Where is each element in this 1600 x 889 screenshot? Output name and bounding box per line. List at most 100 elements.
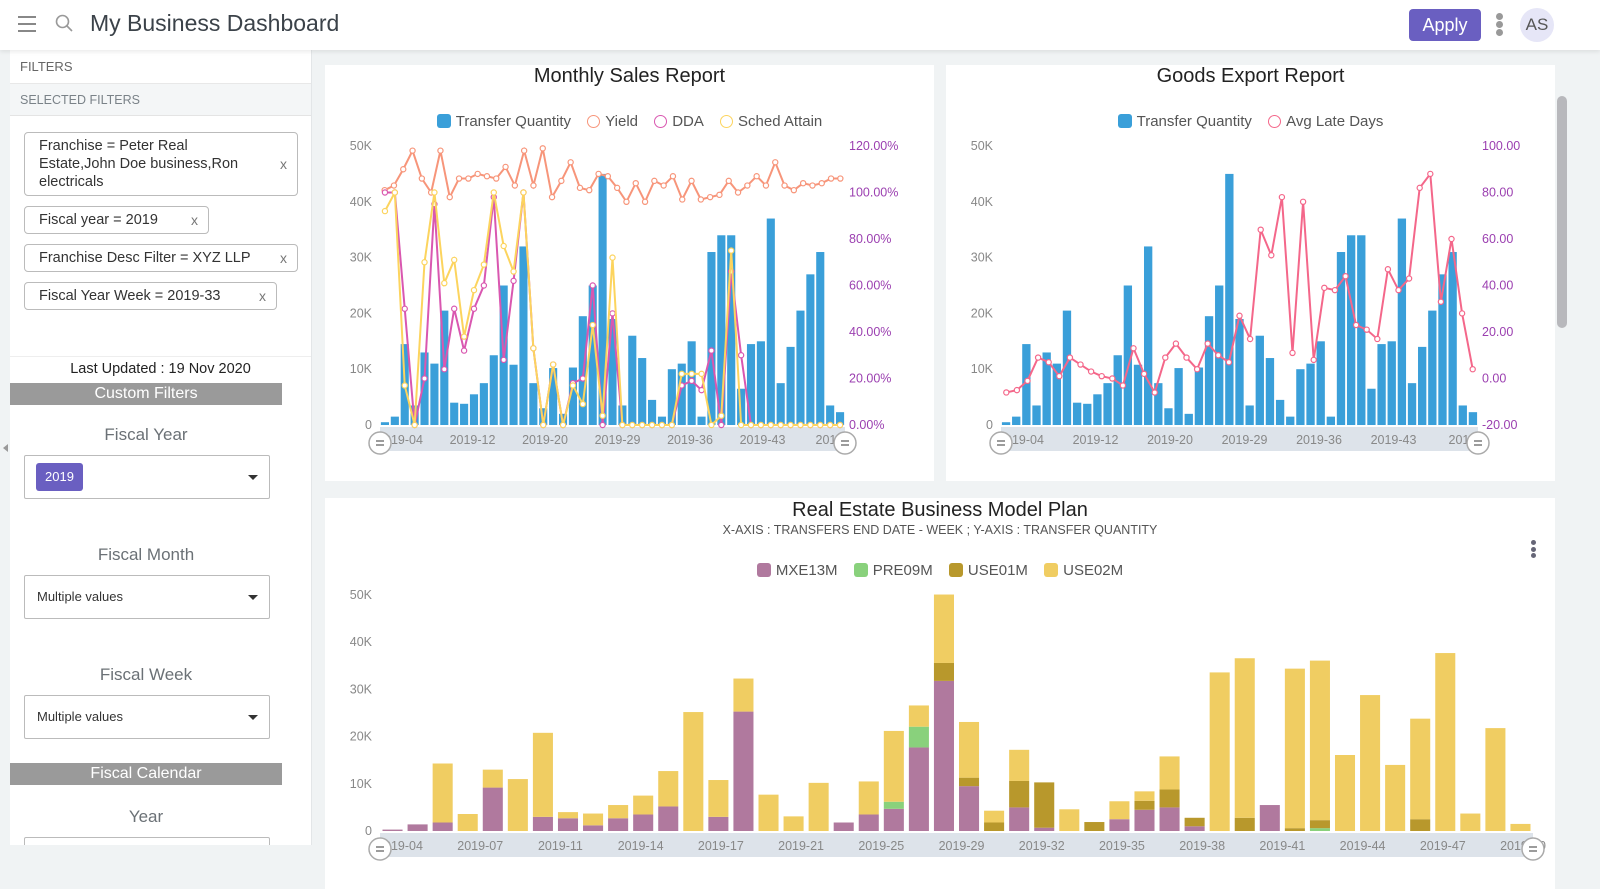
x-tick-label: 2019-25 bbox=[858, 839, 904, 853]
remove-chip-icon[interactable]: x bbox=[259, 287, 266, 305]
remove-chip-icon[interactable]: x bbox=[191, 211, 198, 229]
bar-segment bbox=[933, 594, 954, 663]
line-point bbox=[586, 186, 593, 194]
line-point bbox=[1278, 193, 1286, 201]
bar bbox=[1204, 316, 1214, 425]
bar bbox=[1245, 405, 1254, 425]
line-point bbox=[708, 347, 715, 354]
x-tick-label: 2019-43 bbox=[740, 433, 786, 447]
remove-chip-icon[interactable]: x bbox=[280, 249, 287, 267]
fiscal-week-select[interactable]: Multiple values bbox=[24, 695, 270, 739]
bar-segment bbox=[633, 795, 654, 815]
bar-segment bbox=[557, 818, 579, 831]
bar bbox=[1194, 367, 1204, 425]
bar-segment bbox=[1084, 822, 1105, 831]
bar bbox=[460, 403, 469, 425]
bar bbox=[707, 252, 716, 425]
x-tick-label: 2019-11 bbox=[538, 839, 583, 853]
x-tick-label: 2019-36 bbox=[1296, 433, 1342, 447]
line-point bbox=[1024, 377, 1031, 385]
datazoom-handle-left[interactable] bbox=[989, 431, 1013, 455]
bar bbox=[469, 394, 479, 425]
bar-segment bbox=[1009, 749, 1030, 781]
bar bbox=[796, 310, 805, 425]
line-point bbox=[781, 182, 788, 189]
line-point bbox=[1183, 354, 1190, 361]
line-point bbox=[836, 421, 844, 429]
bar-segment bbox=[432, 763, 453, 823]
datazoom-handle-left[interactable] bbox=[368, 837, 392, 861]
line-point bbox=[734, 189, 742, 196]
line-point bbox=[837, 175, 844, 182]
bar-segment bbox=[457, 814, 478, 831]
line-point bbox=[437, 147, 444, 154]
y-tick-label: 10K bbox=[350, 362, 373, 376]
chip-label: Franchise = Peter Real Estate,John Doe b… bbox=[39, 138, 239, 190]
bar-segment bbox=[1209, 672, 1230, 831]
datazoom-handle-right[interactable] bbox=[833, 431, 857, 455]
fiscal-month-select[interactable]: Multiple values bbox=[24, 575, 270, 619]
line-point bbox=[777, 421, 784, 429]
bar-segment bbox=[683, 712, 704, 831]
datazoom-handle-left[interactable] bbox=[368, 431, 392, 455]
bar bbox=[1407, 383, 1417, 425]
line-point bbox=[799, 179, 807, 187]
line-point bbox=[660, 182, 667, 189]
bar-segment bbox=[808, 782, 829, 831]
bar-segment bbox=[1309, 820, 1330, 829]
line-point bbox=[826, 421, 834, 429]
bar-segment bbox=[1034, 827, 1055, 831]
page-title: My Business Dashboard bbox=[90, 10, 340, 36]
apply-button[interactable]: Apply bbox=[1409, 9, 1481, 41]
line-point bbox=[698, 370, 705, 378]
bar-segment bbox=[959, 777, 980, 787]
line-point bbox=[762, 182, 770, 189]
bar-segment bbox=[1334, 755, 1356, 831]
line-point bbox=[619, 421, 626, 429]
more-vertical-icon[interactable] bbox=[1496, 13, 1504, 37]
menu-icon[interactable] bbox=[18, 16, 36, 32]
bar-segment bbox=[482, 769, 503, 788]
line-point bbox=[737, 421, 745, 429]
line-point bbox=[595, 170, 602, 178]
datazoom-handle-right[interactable] bbox=[1466, 431, 1490, 455]
bar-segment bbox=[858, 814, 879, 831]
y-tick-label: 20K bbox=[971, 306, 994, 320]
y2-tick-label: 40.00% bbox=[849, 325, 891, 339]
line-point bbox=[567, 159, 574, 166]
bar-segment bbox=[658, 771, 679, 807]
y2-tick-label: 20.00% bbox=[849, 372, 891, 386]
line-point bbox=[1236, 312, 1243, 319]
bar bbox=[1377, 344, 1386, 425]
bar bbox=[648, 399, 657, 425]
line-point bbox=[809, 182, 816, 189]
line-point bbox=[638, 421, 646, 429]
bar bbox=[1418, 346, 1427, 425]
vertical-scrollbar[interactable] bbox=[1557, 96, 1567, 328]
line-point bbox=[520, 147, 528, 154]
search-icon[interactable] bbox=[55, 14, 73, 32]
x-tick-label: 2019-38 bbox=[1179, 839, 1225, 853]
year-label: Year bbox=[128, 807, 164, 826]
select-value: Multiple values bbox=[37, 709, 123, 724]
line-point bbox=[797, 421, 804, 429]
fiscal-year-select[interactable]: 2019 bbox=[24, 455, 270, 499]
avatar[interactable]: AS bbox=[1520, 8, 1554, 42]
line-point bbox=[1268, 252, 1275, 259]
datazoom-handle-right[interactable] bbox=[1521, 837, 1545, 861]
collapse-sidebar-icon[interactable] bbox=[3, 444, 8, 452]
line-point bbox=[827, 175, 835, 182]
y-tick-label: 50K bbox=[350, 588, 373, 602]
line-point bbox=[1384, 266, 1392, 273]
bar-segment bbox=[1234, 658, 1255, 818]
remove-chip-icon[interactable]: x bbox=[280, 155, 287, 173]
bar-segment bbox=[557, 812, 579, 819]
bar-segment bbox=[633, 814, 654, 831]
line-point bbox=[688, 370, 695, 378]
bar bbox=[1326, 416, 1336, 425]
bar-segment bbox=[1309, 828, 1330, 831]
year-select[interactable]: Multiple values bbox=[24, 837, 270, 845]
y2-tick-label: 20.00 bbox=[1482, 325, 1513, 339]
line-point bbox=[1289, 349, 1296, 357]
line-point bbox=[390, 182, 398, 189]
